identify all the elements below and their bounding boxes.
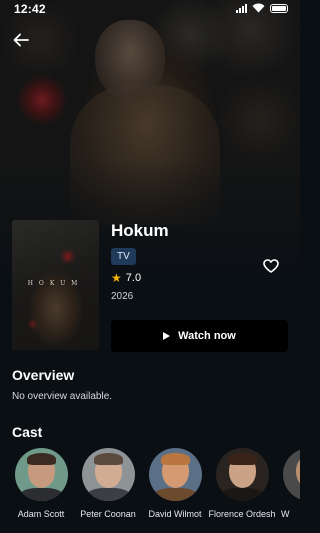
cast-member-name: W bbox=[281, 509, 290, 519]
favorite-button[interactable] bbox=[260, 256, 282, 276]
rating-value: 7.0 bbox=[125, 272, 142, 284]
status-icons bbox=[236, 3, 288, 13]
poster-image: HOKUM bbox=[12, 220, 99, 350]
heart-icon bbox=[263, 259, 279, 273]
status-time: 12:42 bbox=[14, 2, 46, 16]
battery-icon bbox=[270, 3, 288, 13]
cast-list[interactable]: Adam Scott Peter Coonan David Wilmot Flo… bbox=[0, 448, 300, 528]
cast-heading: Cast bbox=[12, 424, 43, 440]
overview-text: No overview available. bbox=[12, 391, 113, 402]
cast-member-david-wilmot[interactable]: David Wilmot bbox=[140, 448, 210, 519]
type-badge: TV bbox=[111, 248, 136, 265]
watch-now-label: Watch now bbox=[178, 330, 236, 342]
avatar bbox=[282, 448, 300, 501]
back-button[interactable] bbox=[9, 28, 33, 52]
star-icon: ★ bbox=[111, 271, 122, 285]
avatar bbox=[81, 448, 135, 501]
avatar bbox=[215, 448, 269, 501]
cast-member-name: David Wilmot bbox=[148, 509, 202, 519]
cast-member-name: Florence Ordesh bbox=[208, 509, 276, 519]
back-arrow-icon bbox=[13, 33, 29, 47]
play-icon bbox=[163, 332, 171, 340]
cast-member-peter-coonan[interactable]: Peter Coonan bbox=[73, 448, 143, 519]
poster-title-text: HOKUM bbox=[27, 280, 84, 287]
page-title: Hokum bbox=[111, 221, 169, 240]
status-bar: 12:42 bbox=[0, 0, 300, 18]
hero-figure-body bbox=[70, 85, 220, 225]
avatar bbox=[14, 448, 68, 501]
cast-member-name: Peter Coonan bbox=[80, 509, 136, 519]
cast-member-partial[interactable]: W bbox=[274, 448, 300, 519]
release-year: 2026 bbox=[111, 291, 134, 302]
wifi-icon bbox=[252, 3, 265, 13]
cast-member-adam-scott[interactable]: Adam Scott bbox=[6, 448, 76, 519]
rating: ★ 7.0 bbox=[111, 271, 141, 285]
avatar bbox=[148, 448, 202, 501]
hero-figure-face bbox=[95, 20, 165, 100]
overview-heading: Overview bbox=[12, 367, 75, 383]
cast-member-name: Adam Scott bbox=[17, 509, 65, 519]
signal-icon bbox=[236, 3, 247, 13]
cast-member-florence-ordesh[interactable]: Florence Ordesh bbox=[207, 448, 277, 519]
watch-now-button[interactable]: Watch now bbox=[111, 320, 288, 352]
